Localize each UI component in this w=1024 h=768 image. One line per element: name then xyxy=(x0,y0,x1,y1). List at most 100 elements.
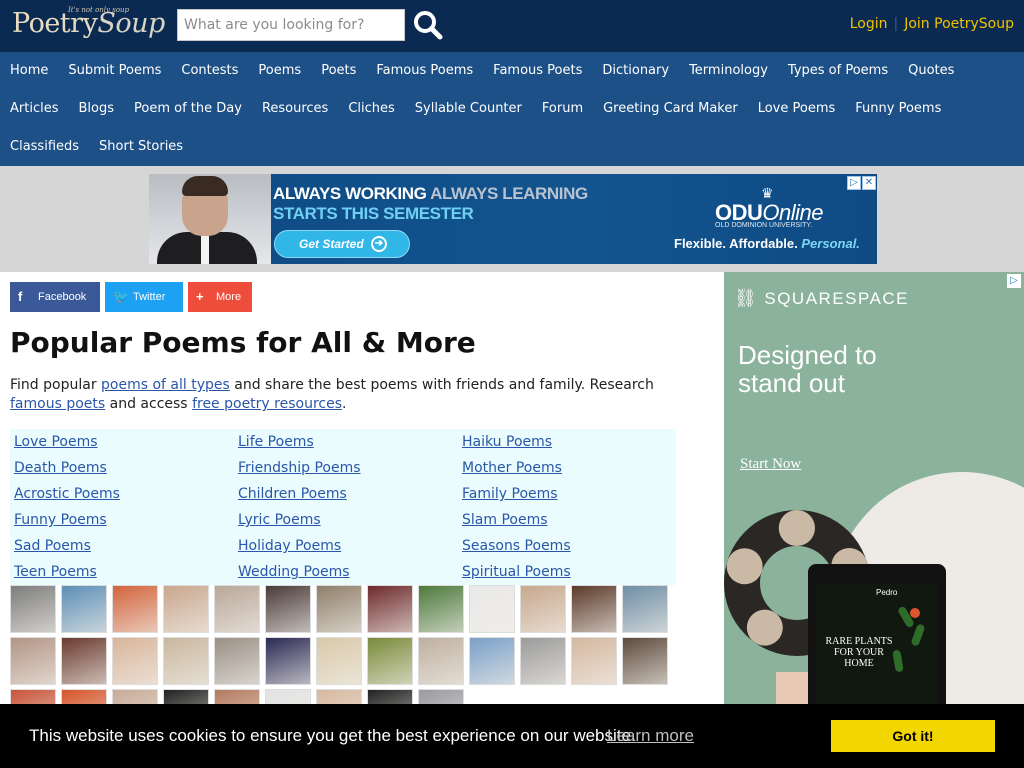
poet-avatar[interactable] xyxy=(10,585,56,633)
nav-item-home[interactable]: Home xyxy=(0,52,58,90)
poet-avatar[interactable] xyxy=(316,637,362,685)
join-link[interactable]: Join PoetrySoup xyxy=(904,16,1014,32)
adchoices-icon[interactable]: ▷ xyxy=(1007,274,1021,288)
nav-item-forum[interactable]: Forum xyxy=(532,90,593,128)
category-link-holiday-poems[interactable]: Holiday Poems xyxy=(234,533,456,559)
poet-avatar[interactable] xyxy=(367,637,413,685)
ad-headline: Designed to stand out xyxy=(738,340,877,398)
category-link-teen-poems[interactable]: Teen Poems xyxy=(10,559,232,585)
nav-item-famous-poets[interactable]: Famous Poets xyxy=(483,52,592,90)
search-button[interactable] xyxy=(412,9,444,41)
poet-avatar[interactable] xyxy=(61,585,107,633)
nav-item-contests[interactable]: Contests xyxy=(171,52,248,90)
poet-avatar[interactable] xyxy=(418,585,464,633)
nav-item-terminology[interactable]: Terminology xyxy=(679,52,778,90)
category-link-funny-poems[interactable]: Funny Poems xyxy=(10,507,232,533)
squarespace-logo: ⛓ SQUARESPACE xyxy=(734,288,910,308)
category-link-spiritual-poems[interactable]: Spiritual Poems xyxy=(458,559,680,585)
poet-avatar[interactable] xyxy=(367,585,413,633)
category-link-love-poems[interactable]: Love Poems xyxy=(10,429,232,455)
category-link-friendship-poems[interactable]: Friendship Poems xyxy=(234,455,456,481)
poet-avatar[interactable] xyxy=(520,585,566,633)
poet-avatar[interactable] xyxy=(571,637,617,685)
nav-item-resources[interactable]: Resources xyxy=(252,90,338,128)
category-link-seasons-poems[interactable]: Seasons Poems xyxy=(458,533,680,559)
poet-avatar[interactable] xyxy=(112,637,158,685)
poet-avatar[interactable] xyxy=(622,637,668,685)
poet-avatar[interactable] xyxy=(316,585,362,633)
nav-item-famous-poems[interactable]: Famous Poems xyxy=(366,52,483,90)
poet-avatar[interactable] xyxy=(10,637,56,685)
category-link-mother-poems[interactable]: Mother Poems xyxy=(458,455,680,481)
poet-avatar[interactable] xyxy=(61,637,107,685)
poet-avatar[interactable] xyxy=(214,585,260,633)
ad-headline-2: STARTS THIS SEMESTER xyxy=(273,204,474,223)
got-it-button[interactable]: Got it! xyxy=(831,720,995,752)
poet-avatar[interactable] xyxy=(163,585,209,633)
squarespace-ad[interactable]: ⛓ SQUARESPACE Designed to stand out Start… xyxy=(724,272,1024,712)
category-link-lyric-poems[interactable]: Lyric Poems xyxy=(234,507,456,533)
category-link-wedding-poems[interactable]: Wedding Poems xyxy=(234,559,456,585)
nav-item-articles[interactable]: Articles xyxy=(0,90,68,128)
nav-item-submit-poems[interactable]: Submit Poems xyxy=(58,52,171,90)
nav-item-quotes[interactable]: Quotes xyxy=(898,52,964,90)
poet-avatar[interactable] xyxy=(469,637,515,685)
ad-photo xyxy=(149,174,271,264)
nav-item-poems[interactable]: Poems xyxy=(248,52,311,90)
twitter-share-button[interactable]: 🐦 Twitter xyxy=(105,282,183,312)
poems-of-all-types-link[interactable]: poems of all types xyxy=(101,377,230,393)
start-now-link[interactable]: Start Now xyxy=(740,456,801,473)
category-link-family-poems[interactable]: Family Poems xyxy=(458,481,680,507)
more-share-button[interactable]: + More xyxy=(188,282,252,312)
nav-item-classifieds[interactable]: Classifieds xyxy=(0,128,89,166)
facebook-share-button[interactable]: f Facebook xyxy=(10,282,100,312)
learn-more-link[interactable]: Learn more xyxy=(607,726,694,746)
poet-avatar[interactable] xyxy=(571,585,617,633)
category-link-sad-poems[interactable]: Sad Poems xyxy=(10,533,232,559)
nav-row-2: Articles Blogs Poem of the Day Resources Cli… xyxy=(0,90,951,128)
poet-avatar[interactable] xyxy=(418,637,464,685)
plant-flower xyxy=(910,608,920,618)
poet-avatar[interactable] xyxy=(163,637,209,685)
poetrysoup-logo[interactable]: It's not only soup PoetrySoup xyxy=(12,6,165,48)
squarespace-mark-icon: ⛓ xyxy=(734,288,759,308)
category-link-slam-poems[interactable]: Slam Poems xyxy=(458,507,680,533)
close-icon[interactable]: ✕ xyxy=(862,176,876,190)
poet-avatar[interactable] xyxy=(622,585,668,633)
get-started-button[interactable]: Get Started ➔ xyxy=(274,230,410,258)
category-link-acrostic-poems[interactable]: Acrostic Poems xyxy=(10,481,232,507)
adchoices-icon[interactable]: ▷ xyxy=(847,176,861,190)
poet-avatar[interactable] xyxy=(112,585,158,633)
tablet-brand: Pedro xyxy=(876,588,898,597)
poet-avatar[interactable] xyxy=(469,585,515,633)
poet-avatar[interactable] xyxy=(214,637,260,685)
poet-avatar[interactable] xyxy=(265,637,311,685)
nav-item-short-stories[interactable]: Short Stories xyxy=(89,128,193,166)
login-link[interactable]: Login xyxy=(850,16,888,32)
category-link-children-poems[interactable]: Children Poems xyxy=(234,481,456,507)
nav-item-blogs[interactable]: Blogs xyxy=(68,90,124,128)
nav-item-cliches[interactable]: Cliches xyxy=(338,90,404,128)
nav-item-poem-of-the-day[interactable]: Poem of the Day xyxy=(124,90,252,128)
nav-item-dictionary[interactable]: Dictionary xyxy=(592,52,679,90)
user-links-separator: | xyxy=(893,16,899,32)
category-link-death-poems[interactable]: Death Poems xyxy=(10,455,232,481)
search-input[interactable] xyxy=(177,9,405,41)
famous-poets-link[interactable]: famous poets xyxy=(10,396,105,412)
nav-item-love-poems[interactable]: Love Poems xyxy=(748,90,846,128)
category-link-life-poems[interactable]: Life Poems xyxy=(234,429,456,455)
nav-item-poets[interactable]: Poets xyxy=(311,52,366,90)
nav-item-funny-poems[interactable]: Funny Poems xyxy=(845,90,951,128)
search-icon xyxy=(414,11,443,40)
main-nav: Home Submit Poems Contests Poems Poets Famous… xyxy=(0,52,1024,166)
category-link-haiku-poems[interactable]: Haiku Poems xyxy=(458,429,680,455)
odu-banner-ad[interactable]: ALWAYS WORKING ALWAYS LEARNING STARTS TH… xyxy=(149,174,877,264)
nav-item-greeting-card-maker[interactable]: Greeting Card Maker xyxy=(593,90,748,128)
free-poetry-resources-link[interactable]: free poetry resources xyxy=(192,396,342,412)
poet-avatar[interactable] xyxy=(265,585,311,633)
nav-item-syllable-counter[interactable]: Syllable Counter xyxy=(405,90,532,128)
tablet-headline: RARE PLANTS FOR YOUR HOME xyxy=(825,636,893,669)
category-column: Life Poems Friendship Poems Children Poems… xyxy=(234,429,456,585)
poet-avatar[interactable] xyxy=(520,637,566,685)
nav-item-types-of-poems[interactable]: Types of Poems xyxy=(778,52,898,90)
